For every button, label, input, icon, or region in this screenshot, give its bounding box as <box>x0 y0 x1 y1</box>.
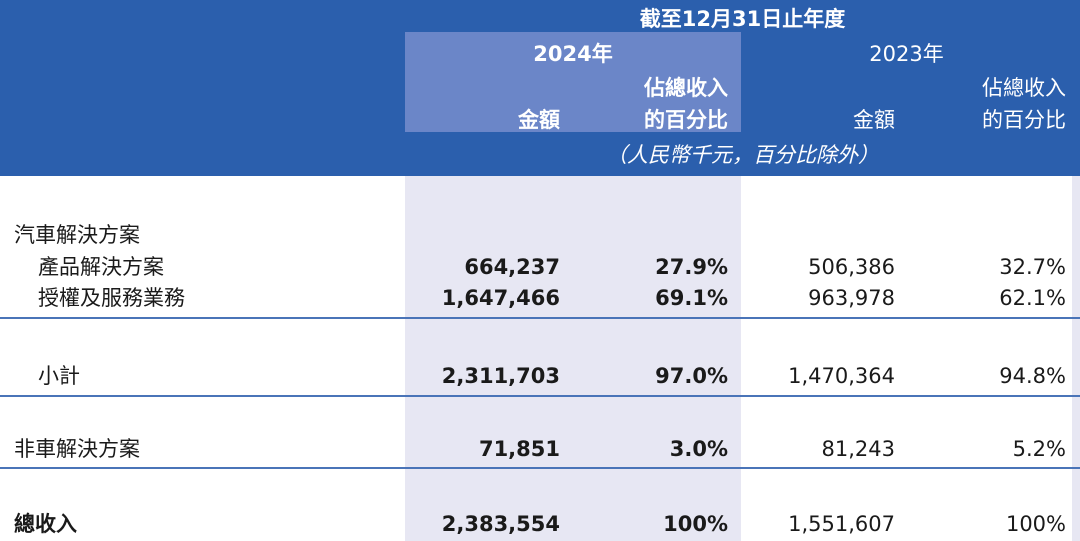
period-heading: 截至12月31日止年度 <box>639 7 846 31</box>
cell-nonauto-amount-2023: 81,243 <box>821 437 895 461</box>
cell-nonauto-pct-2024: 3.0% <box>669 437 728 461</box>
divider <box>0 395 1080 397</box>
cell-products-pct-2023: 32.7% <box>999 255 1066 279</box>
cell-subtotal-pct-2024: 97.0% <box>655 364 728 388</box>
column-2024-shade <box>405 176 741 541</box>
pct-2023-heading-line2: 的百分比 <box>982 108 1066 132</box>
cell-licensing-pct-2024: 69.1% <box>655 286 728 310</box>
cell-products-amount-2024: 664,237 <box>464 255 560 279</box>
cell-nonauto-amount-2024: 71,851 <box>478 437 560 461</box>
row-label-total: 總收入 <box>14 512 77 536</box>
cell-total-pct-2023: 100% <box>1005 512 1066 536</box>
divider <box>0 467 1080 469</box>
pct-2024-heading-line1: 佔總收入 <box>644 76 728 100</box>
row-label-products: 產品解決方案 <box>38 255 164 279</box>
cell-total-pct-2024: 100% <box>663 512 728 536</box>
cell-subtotal-pct-2023: 94.8% <box>999 364 1066 388</box>
cell-licensing-amount-2024: 1,647,466 <box>441 286 560 310</box>
cell-licensing-pct-2023: 62.1% <box>999 286 1066 310</box>
divider <box>0 317 1080 319</box>
cell-total-amount-2023: 1,551,607 <box>788 512 895 536</box>
row-label-licensing: 授權及服務業務 <box>38 286 185 310</box>
cell-nonauto-pct-2023: 5.2% <box>1012 437 1066 461</box>
row-label-automotive: 汽車解決方案 <box>14 223 140 247</box>
cell-licensing-amount-2023: 963,978 <box>808 286 895 310</box>
amount-2023-heading: 金額 <box>853 108 895 132</box>
cell-subtotal-amount-2023: 1,470,364 <box>788 364 895 388</box>
cell-subtotal-amount-2024: 2,311,703 <box>441 364 560 388</box>
amount-2024-heading: 金額 <box>518 108 560 132</box>
cell-products-pct-2024: 27.9% <box>655 255 728 279</box>
cell-products-amount-2023: 506,386 <box>808 255 895 279</box>
pct-2023-heading-line1: 佔總收入 <box>982 76 1066 100</box>
unit-note: （人民幣千元，百分比除外） <box>606 143 879 167</box>
year-2024-heading: 2024年 <box>533 42 613 66</box>
pct-2024-heading-line2: 的百分比 <box>644 108 728 132</box>
column-edge-shade <box>1072 176 1080 541</box>
row-label-subtotal: 小計 <box>38 364 80 388</box>
cell-total-amount-2024: 2,383,554 <box>441 512 560 536</box>
row-label-non-automotive: 非車解決方案 <box>14 437 140 461</box>
year-2023-heading: 2023年 <box>869 42 944 66</box>
